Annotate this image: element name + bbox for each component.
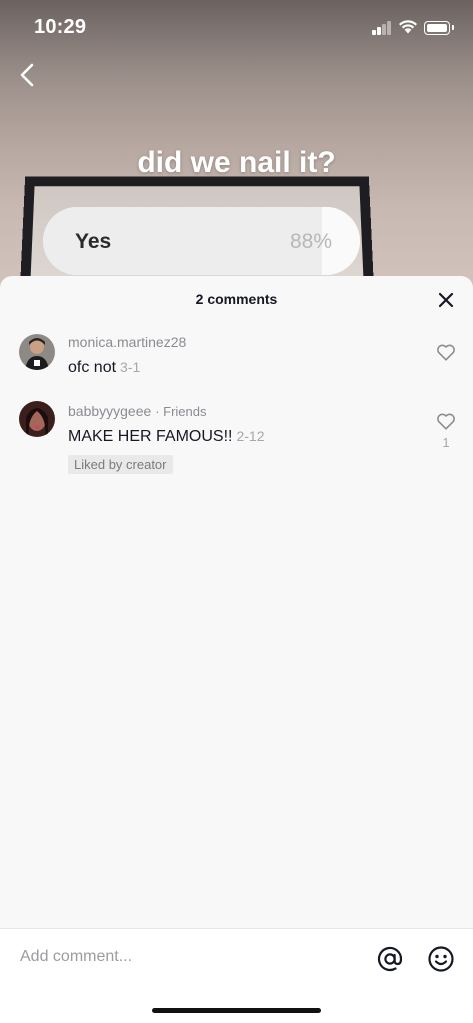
smiley-icon (428, 946, 454, 972)
comment-username-row: babbyyygeee · Friends (68, 403, 206, 419)
emoji-button[interactable] (427, 945, 455, 973)
comments-count-title: 2 comments (195, 291, 278, 307)
poll-option-label: Yes (75, 230, 112, 253)
home-indicator (152, 1008, 321, 1013)
comment-item: monica.martinez28 ofc not 3-1 (0, 332, 473, 392)
chevron-left-icon (20, 63, 34, 87)
comment-date: 3-1 (120, 359, 141, 375)
comment-body: ofc not (68, 359, 117, 376)
like-button[interactable] (435, 410, 457, 432)
avatar[interactable] (19, 334, 55, 370)
friends-tag: · Friends (155, 404, 207, 419)
comment-text: MAKE HER FAMOUS!! 2-12 (68, 428, 265, 446)
poll-question: did we nail it? (137, 146, 336, 179)
poll-option-yes[interactable]: Yes 88% (43, 207, 360, 275)
comment-date: 2-12 (236, 428, 265, 444)
comment-item: babbyyygeee · Friends MAKE HER FAMOUS!! 2… (0, 401, 473, 481)
close-icon (438, 292, 454, 308)
comments-sheet: 2 comments monica.martinez28 ofc not3-1 (0, 276, 473, 1023)
like-button[interactable] (435, 341, 457, 363)
poll-option-percent: 88% (289, 230, 332, 253)
comments-header: 2 comments (0, 276, 473, 322)
heart-outline-icon (437, 344, 455, 361)
mention-button[interactable] (376, 945, 404, 973)
back-button[interactable] (14, 60, 44, 90)
comment-body: MAKE HER FAMOUS!! (68, 428, 233, 445)
liked-by-creator-badge: Liked by creator (68, 455, 173, 474)
status-bar: 10:29 (0, 0, 473, 56)
comment-username[interactable]: monica.martinez28 (68, 334, 186, 350)
comment-text: ofc not 3-1 (68, 359, 140, 377)
comment-username[interactable]: babbyyygeee (68, 403, 151, 419)
comment-input[interactable] (20, 943, 350, 971)
wifi-icon (399, 20, 417, 34)
at-icon (377, 946, 403, 972)
cellular-signal-icon (372, 21, 392, 35)
close-button[interactable] (434, 288, 458, 312)
like-count: 1 (442, 435, 450, 450)
avatar[interactable] (19, 401, 55, 437)
battery-icon (424, 21, 454, 35)
heart-outline-icon (437, 413, 455, 430)
status-time: 10:29 (34, 16, 87, 38)
